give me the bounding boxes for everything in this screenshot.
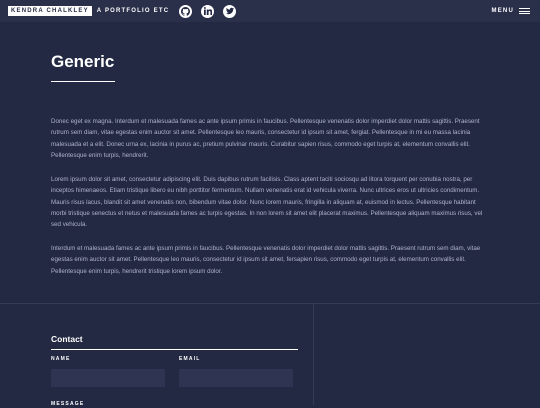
email-field[interactable] <box>179 369 293 387</box>
contact-title: Contact <box>51 334 83 344</box>
hamburger-icon[interactable] <box>519 8 530 14</box>
logo-name[interactable]: KENDRA CHALKLEY <box>8 6 92 16</box>
paragraph-1: Donec eget ex magna. Interdum et malesua… <box>51 118 480 159</box>
contact-underline <box>51 349 298 350</box>
logo-tagline[interactable]: A PORTFOLIO ETC <box>97 7 169 15</box>
email-label: EMAIL <box>179 356 201 362</box>
github-icon[interactable] <box>179 4 193 18</box>
name-label: NAME <box>51 356 71 362</box>
social-links <box>179 4 245 18</box>
footer-column-divider <box>313 304 314 405</box>
title-underline <box>51 81 115 82</box>
twitter-icon[interactable] <box>223 4 237 18</box>
site-header: KENDRA CHALKLEY A PORTFOLIO ETC MENU <box>0 0 540 22</box>
paragraph-2: Lorem ipsum dolor sit amet, consectetur … <box>51 176 483 229</box>
name-field[interactable] <box>51 369 165 387</box>
footer-divider <box>0 303 540 304</box>
page-title: Generic <box>51 52 115 71</box>
logo[interactable]: KENDRA CHALKLEY A PORTFOLIO ETC <box>8 6 169 16</box>
menu-button[interactable]: MENU <box>492 0 530 22</box>
linkedin-icon[interactable] <box>201 4 215 18</box>
paragraph-3: Interdum et malesuada fames ac ante ipsu… <box>51 245 481 275</box>
menu-label[interactable]: MENU <box>492 8 514 14</box>
